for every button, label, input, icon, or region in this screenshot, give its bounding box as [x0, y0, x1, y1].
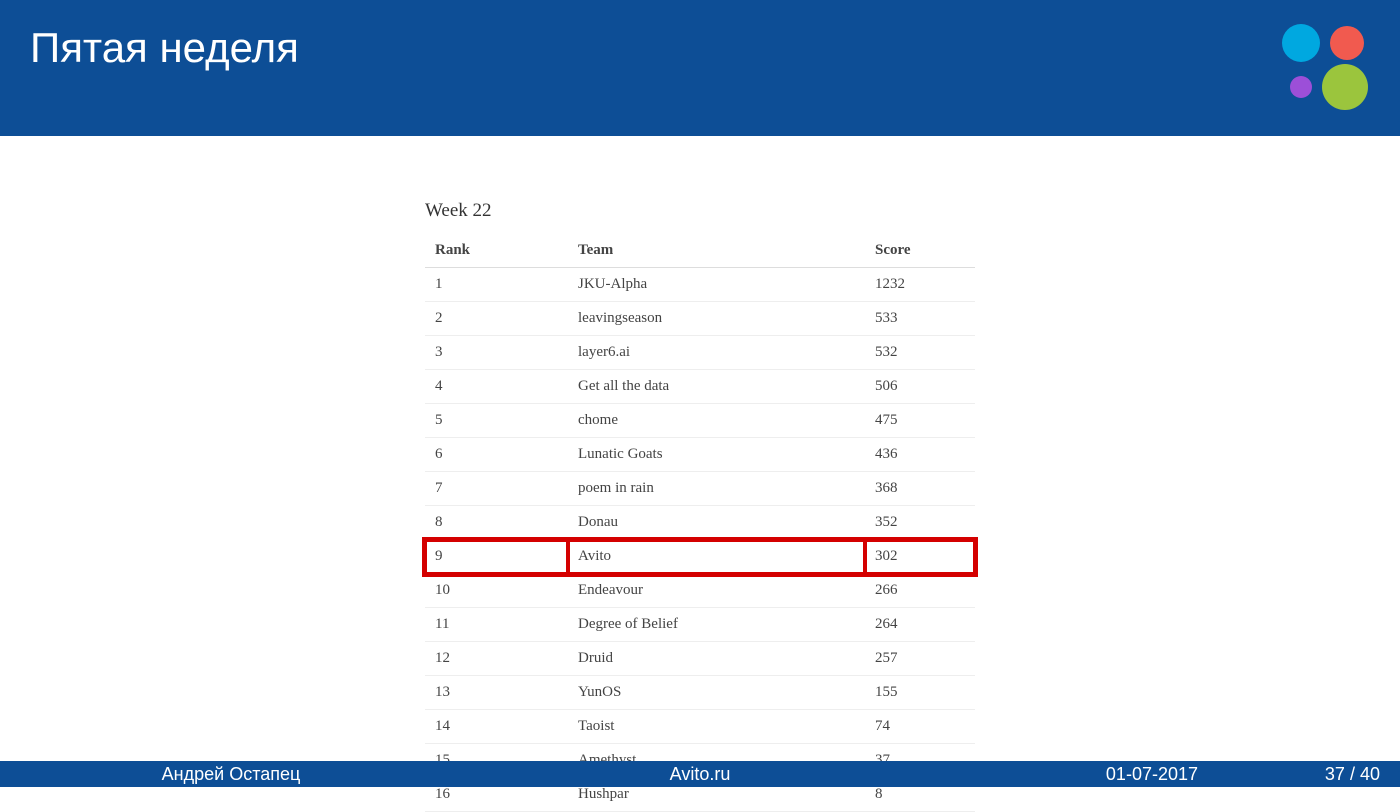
logo-dot-purple-icon — [1290, 76, 1312, 98]
table-row: 10Endeavour266 — [425, 574, 975, 608]
table-row: 1JKU-Alpha1232 — [425, 268, 975, 302]
avito-logo-icon — [1278, 24, 1372, 116]
cell-rank: 14 — [425, 710, 568, 744]
table-row: 4Get all the data506 — [425, 370, 975, 404]
page-total: 40 — [1360, 764, 1380, 784]
footer-page: 37 / 40 — [1218, 764, 1400, 785]
cell-score: 266 — [865, 574, 975, 608]
cell-score: 506 — [865, 370, 975, 404]
table-row: 8Donau352 — [425, 506, 975, 540]
leaderboard-table: Rank Team Score 1JKU-Alpha12322leavingse… — [425, 234, 975, 812]
cell-team: Endeavour — [568, 574, 865, 608]
cell-team: layer6.ai — [568, 336, 865, 370]
slide-content: Week 22 Rank Team Score 1JKU-Alpha12322l… — [0, 136, 1400, 812]
cell-score: 368 — [865, 472, 975, 506]
cell-team: Avito — [568, 540, 865, 574]
cell-score: 352 — [865, 506, 975, 540]
cell-rank: 11 — [425, 608, 568, 642]
footer-date: 01-07-2017 — [938, 764, 1218, 785]
table-row: 7poem in rain368 — [425, 472, 975, 506]
col-rank: Rank — [425, 234, 568, 268]
slide-header: Пятая неделя — [0, 0, 1400, 136]
cell-team: YunOS — [568, 676, 865, 710]
page-sep: / — [1345, 764, 1360, 784]
logo-dot-blue-icon — [1282, 24, 1320, 62]
cell-team: Druid — [568, 642, 865, 676]
logo-dot-red-icon — [1330, 26, 1364, 60]
cell-score: 257 — [865, 642, 975, 676]
cell-team: JKU-Alpha — [568, 268, 865, 302]
slide-footer: Андрей Остапец Avito.ru 01-07-2017 37 / … — [0, 761, 1400, 787]
leaderboard: Week 22 Rank Team Score 1JKU-Alpha12322l… — [425, 200, 975, 812]
cell-rank: 9 — [425, 540, 568, 574]
cell-score: 74 — [865, 710, 975, 744]
table-row: 3layer6.ai532 — [425, 336, 975, 370]
cell-team: Get all the data — [568, 370, 865, 404]
table-row: 11Degree of Belief264 — [425, 608, 975, 642]
cell-rank: 4 — [425, 370, 568, 404]
cell-rank: 5 — [425, 404, 568, 438]
table-header-row: Rank Team Score — [425, 234, 975, 268]
cell-rank: 12 — [425, 642, 568, 676]
cell-score: 1232 — [865, 268, 975, 302]
table-body: 1JKU-Alpha12322leavingseason5333layer6.a… — [425, 268, 975, 812]
table-row: 14Taoist74 — [425, 710, 975, 744]
cell-team: Degree of Belief — [568, 608, 865, 642]
table-row: 6Lunatic Goats436 — [425, 438, 975, 472]
col-team: Team — [568, 234, 865, 268]
cell-score: 302 — [865, 540, 975, 574]
cell-score: 436 — [865, 438, 975, 472]
cell-rank: 1 — [425, 268, 568, 302]
table-row: 5chome475 — [425, 404, 975, 438]
table-row: 9Avito302 — [425, 540, 975, 574]
cell-rank: 8 — [425, 506, 568, 540]
footer-author: Андрей Остапец — [0, 764, 462, 785]
cell-team: leavingseason — [568, 302, 865, 336]
table-row: 2leavingseason533 — [425, 302, 975, 336]
cell-team: Taoist — [568, 710, 865, 744]
cell-rank: 13 — [425, 676, 568, 710]
cell-rank: 10 — [425, 574, 568, 608]
cell-team: Lunatic Goats — [568, 438, 865, 472]
cell-team: chome — [568, 404, 865, 438]
cell-score: 533 — [865, 302, 975, 336]
col-score: Score — [865, 234, 975, 268]
cell-team: poem in rain — [568, 472, 865, 506]
footer-company: Avito.ru — [462, 764, 938, 785]
logo-dot-green-icon — [1322, 64, 1368, 110]
cell-score: 264 — [865, 608, 975, 642]
week-label: Week 22 — [425, 200, 975, 222]
table-row: 13YunOS155 — [425, 676, 975, 710]
cell-rank: 2 — [425, 302, 568, 336]
table-row: 12Druid257 — [425, 642, 975, 676]
cell-score: 155 — [865, 676, 975, 710]
cell-team: Donau — [568, 506, 865, 540]
slide-title: Пятая неделя — [30, 24, 1370, 72]
cell-rank: 7 — [425, 472, 568, 506]
cell-rank: 6 — [425, 438, 568, 472]
cell-rank: 3 — [425, 336, 568, 370]
page-current: 37 — [1325, 764, 1345, 784]
cell-score: 475 — [865, 404, 975, 438]
cell-score: 532 — [865, 336, 975, 370]
